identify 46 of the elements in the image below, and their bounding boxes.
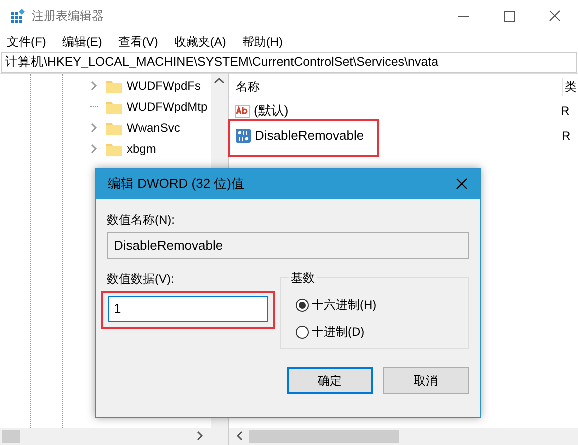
menu-item[interactable]: 编辑(E): [62, 32, 102, 52]
field-label: 数值数据(V):: [107, 271, 176, 288]
folder-icon: [106, 120, 122, 134]
input-field[interactable]: DisableRemovable: [107, 232, 469, 259]
table-cell-text: R: [561, 102, 570, 120]
scroll-left-icon[interactable]: [235, 430, 245, 442]
maximize-icon: [501, 8, 517, 24]
app-icon: [10, 8, 26, 24]
group-label: 基数: [289, 269, 317, 287]
folder-icon: [106, 100, 122, 114]
tree-item[interactable]: WwanSvc: [127, 118, 180, 136]
radio-option[interactable]: 十六进制(H): [296, 296, 468, 314]
table-cell-text: R: [562, 128, 571, 144]
ok-button[interactable]: 确定: [287, 367, 373, 394]
chevron-icon[interactable]: [90, 144, 98, 154]
window-title: 注册表编辑器: [32, 8, 104, 25]
radio-option[interactable]: 十进制(D): [296, 323, 468, 341]
scrollbar-thumb[interactable]: [249, 430, 399, 443]
close-icon: [547, 8, 563, 24]
tree-item[interactable]: WUDFWpdMtp: [127, 98, 208, 116]
scrollbar-thumb[interactable]: [2, 430, 20, 443]
chevron-icon[interactable]: [90, 80, 98, 90]
folder-icon: [106, 78, 122, 92]
column-header[interactable]: 名称: [236, 78, 562, 96]
menu-item[interactable]: 查看(V): [118, 32, 158, 52]
tree-item[interactable]: WUDFWpdFs: [127, 76, 201, 94]
horizontal-scrollbar[interactable]: [229, 428, 578, 445]
menu-item[interactable]: 文件(F): [7, 32, 46, 52]
column-header[interactable]: 类: [562, 78, 577, 96]
value-name[interactable]: DisableRemovable: [255, 126, 364, 146]
dialog-title: 编辑 DWORD (32 位)值: [108, 175, 244, 194]
menu-item[interactable]: 收藏夹(A): [174, 32, 226, 52]
text-value-icon: [235, 102, 251, 118]
input-field[interactable]: 1: [108, 296, 268, 322]
tree-item[interactable]: xbgm: [127, 140, 156, 158]
address-bar[interactable]: 计算机\HKEY_LOCAL_MACHINE\SYSTEM\CurrentControlSet\Services\nvata: [1, 52, 577, 73]
menu-item[interactable]: 帮助(H): [242, 32, 283, 52]
scroll-right-icon[interactable]: [195, 430, 205, 442]
horizontal-scrollbar[interactable]: [0, 428, 228, 445]
field-label: 数值名称(N):: [107, 212, 176, 229]
binary-value-icon: [236, 128, 252, 144]
close-icon: [455, 177, 469, 191]
folder-icon: [106, 142, 122, 156]
cancel-button[interactable]: 取消: [383, 367, 469, 394]
chevron-icon[interactable]: [90, 122, 98, 132]
value-name[interactable]: (默认): [254, 100, 289, 120]
